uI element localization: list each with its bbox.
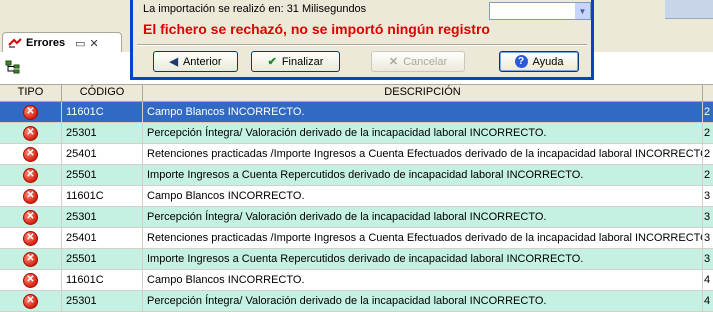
descripcion-cell: Importe Ingresos a Cuenta Repercutidos d…	[143, 249, 703, 269]
error-icon: ✕	[23, 146, 38, 162]
arrow-left-icon: ◀	[169, 56, 178, 68]
tipo-cell: ✕	[0, 249, 62, 269]
table-row[interactable]: ✕ 25401 Retenciones practicadas /Importe I…	[0, 144, 713, 165]
tipo-cell: ✕	[0, 144, 62, 164]
cancel-icon: ✕	[388, 56, 399, 68]
extra-cell: 2	[704, 106, 711, 118]
help-icon: ?	[514, 55, 528, 68]
codigo-cell: 25501	[62, 165, 143, 185]
help-button-label: Ayuda	[532, 55, 564, 68]
error-icon: ✕	[23, 293, 38, 309]
codigo-cell: 11601C	[62, 270, 143, 290]
table-row[interactable]: ✕ 25301 Percepción Íntegra/ Valoración der…	[0, 207, 713, 228]
table-row[interactable]: ✕ 25301 Percepción Íntegra/ Valoración der…	[0, 291, 713, 312]
table-row[interactable]: ✕ 25501 Importe Ingresos a Cuenta Repercut…	[0, 249, 713, 270]
extra-cell: 3	[704, 211, 711, 223]
codigo-cell: 25301	[62, 123, 143, 143]
tipo-cell: ✕	[0, 270, 62, 290]
maximize-icon[interactable]: ▭	[75, 37, 85, 50]
extra-cell: 3	[704, 232, 711, 244]
table-header: TIPO CÓDIGO DESCRIPCIÓN	[0, 84, 713, 102]
tab-errores[interactable]: Errores ▭ ✕	[2, 32, 122, 53]
codigo-cell: 25301	[62, 207, 143, 227]
table-row[interactable]: ✕ 25401 Retenciones practicadas /Importe I…	[0, 228, 713, 249]
tipo-cell: ✕	[0, 291, 62, 311]
error-icon: ✕	[23, 251, 38, 267]
dialog-separator	[137, 44, 587, 46]
descripcion-cell: Percepción Íntegra/ Valoración derivado …	[143, 123, 703, 143]
help-button[interactable]: ? Ayuda	[499, 51, 579, 72]
tipo-cell: ✕	[0, 186, 62, 206]
chevron-down-icon[interactable]: ▼	[575, 3, 590, 19]
tipo-cell: ✕	[0, 123, 62, 143]
tipo-cell: ✕	[0, 207, 62, 227]
column-header-descripcion[interactable]: DESCRIPCIÓN	[143, 85, 703, 101]
descripcion-cell: Retenciones practicadas /Importe Ingreso…	[143, 228, 703, 248]
back-button-label: Anterior	[182, 55, 222, 68]
extra-cell: 3	[704, 190, 711, 202]
close-icon[interactable]: ✕	[90, 37, 99, 50]
error-icon: ✕	[23, 125, 38, 141]
codigo-cell: 25301	[62, 291, 143, 311]
tipo-cell: ✕	[0, 102, 62, 122]
codigo-cell: 25501	[62, 249, 143, 269]
descripcion-cell: Campo Blancos INCORRECTO.	[143, 270, 703, 290]
cancel-button[interactable]: ✕ Cancelar	[371, 51, 465, 72]
table-row[interactable]: ✕ 11601C Campo Blancos INCORRECTO. 4	[0, 270, 713, 291]
tipo-cell: ✕	[0, 228, 62, 248]
codigo-cell: 11601C	[62, 186, 143, 206]
error-icon: ✕	[23, 104, 38, 120]
extra-cell: 4	[704, 274, 711, 286]
extra-cell: 2	[704, 127, 711, 139]
dialog-dropdown[interactable]: ▼	[489, 2, 591, 20]
table-row[interactable]: ✕ 11601C Campo Blancos INCORRECTO. 3	[0, 186, 713, 207]
error-icon: ✕	[23, 167, 38, 183]
error-icon: ✕	[23, 272, 38, 288]
check-icon: ✔	[267, 56, 277, 68]
errors-table: TIPO CÓDIGO DESCRIPCIÓN ✕ 11601C Campo Bla…	[0, 84, 713, 312]
tree-view-icon[interactable]	[5, 60, 21, 77]
descripcion-cell: Campo Blancos INCORRECTO.	[143, 102, 703, 122]
tab-label: Errores	[26, 37, 66, 49]
descripcion-cell: Percepción Íntegra/ Valoración derivado …	[143, 207, 703, 227]
column-header-codigo[interactable]: CÓDIGO	[62, 85, 143, 101]
tipo-cell: ✕	[0, 165, 62, 185]
background-panel	[665, 0, 713, 19]
descripcion-cell: Campo Blancos INCORRECTO.	[143, 186, 703, 206]
extra-cell: 2	[704, 169, 711, 181]
error-message: El fichero se rechazó, no se importó nin…	[143, 21, 490, 37]
error-tab-icon	[8, 37, 22, 49]
codigo-cell: 25401	[62, 228, 143, 248]
codigo-cell: 11601C	[62, 102, 143, 122]
table-body: ✕ 11601C Campo Blancos INCORRECTO. 2 ✕ 25301 P…	[0, 102, 713, 312]
extra-cell: 2	[704, 148, 711, 160]
descripcion-cell: Importe Ingresos a Cuenta Repercutidos d…	[143, 165, 703, 185]
table-row[interactable]: ✕ 11601C Campo Blancos INCORRECTO. 2	[0, 102, 713, 123]
descripcion-cell: Retenciones practicadas /Importe Ingreso…	[143, 144, 703, 164]
finish-button[interactable]: ✔ Finalizar	[251, 51, 340, 72]
error-icon: ✕	[23, 230, 38, 246]
error-icon: ✕	[23, 209, 38, 225]
extra-cell: 3	[704, 253, 711, 265]
back-button[interactable]: ◀ Anterior	[153, 51, 238, 72]
import-time-text: La importación se realizó en: 31 Miliseg…	[143, 3, 367, 15]
table-row[interactable]: ✕ 25301 Percepción Íntegra/ Valoración der…	[0, 123, 713, 144]
import-result-dialog: La importación se realizó en: 31 Miliseg…	[130, 0, 594, 80]
extra-cell: 4	[704, 295, 711, 307]
cancel-button-label: Cancelar	[403, 55, 448, 68]
table-row[interactable]: ✕ 25501 Importe Ingresos a Cuenta Repercut…	[0, 165, 713, 186]
finish-button-label: Finalizar	[281, 55, 324, 68]
column-header-tipo[interactable]: TIPO	[0, 85, 62, 101]
column-header-extra[interactable]	[703, 85, 713, 101]
error-icon: ✕	[23, 188, 38, 204]
descripcion-cell: Percepción Íntegra/ Valoración derivado …	[143, 291, 703, 311]
codigo-cell: 25401	[62, 144, 143, 164]
